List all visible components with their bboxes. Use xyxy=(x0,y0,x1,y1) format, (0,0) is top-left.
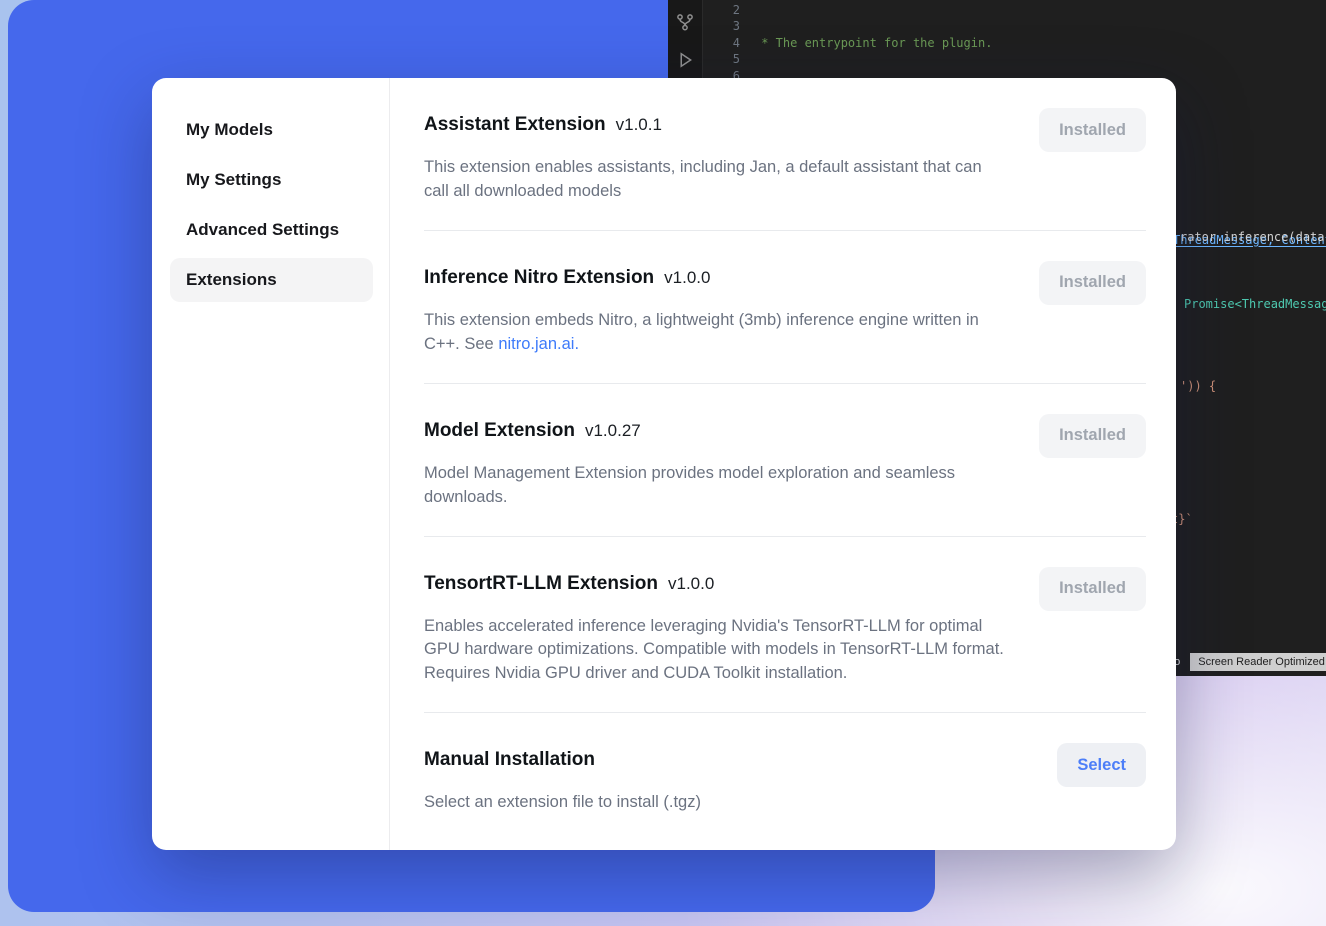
section-divider xyxy=(424,383,1146,384)
code-fragment: rator.inference(data)); xyxy=(1180,229,1326,245)
extension-row-model: Model Extension v1.0.27 Installed Model … xyxy=(424,414,1146,510)
extension-row-assistant: Assistant Extension v1.0.1 Installed Thi… xyxy=(424,108,1146,204)
installed-button[interactable]: Installed xyxy=(1039,261,1146,305)
extension-description: This extension enables assistants, inclu… xyxy=(424,156,1009,204)
extension-version: v1.0.0 xyxy=(668,574,714,594)
section-divider xyxy=(424,536,1146,537)
extension-description: Model Management Extension provides mode… xyxy=(424,462,1009,510)
manual-installation-description: Select an extension file to install (.tg… xyxy=(424,791,1009,815)
settings-sidebar: My Models My Settings Advanced Settings … xyxy=(152,78,390,850)
code-fragment: ')) { xyxy=(1180,378,1216,394)
installed-button[interactable]: Installed xyxy=(1039,108,1146,152)
manual-installation-title: Manual Installation xyxy=(424,749,595,771)
run-debug-icon[interactable] xyxy=(668,50,702,70)
sidebar-item-my-settings[interactable]: My Settings xyxy=(170,158,373,202)
source-control-icon[interactable] xyxy=(668,12,702,32)
line-number: 3 xyxy=(704,18,740,34)
line-numbers: 2 3 4 5 6 xyxy=(704,2,740,84)
settings-modal: My Models My Settings Advanced Settings … xyxy=(152,78,1176,850)
extension-version: v1.0.1 xyxy=(616,115,662,135)
extensions-panel: Assistant Extension v1.0.1 Installed Thi… xyxy=(390,78,1176,850)
manual-installation-row: Manual Installation Select Select an ext… xyxy=(424,743,1146,815)
extension-row-tensorrt: TensortRT-LLM Extension v1.0.0 Installed… xyxy=(424,567,1146,687)
installed-button[interactable]: Installed xyxy=(1039,414,1146,458)
sidebar-item-advanced-settings[interactable]: Advanced Settings xyxy=(170,208,373,252)
line-number: 4 xyxy=(704,35,740,51)
line-number: 5 xyxy=(704,51,740,67)
screen-reader-chip: Screen Reader Optimized xyxy=(1190,653,1326,671)
extension-title: TensortRT-LLM Extension xyxy=(424,573,658,595)
line-number: 2 xyxy=(704,2,740,18)
extension-title: Inference Nitro Extension xyxy=(424,267,654,289)
editor-status-bar: go Screen Reader Optimized xyxy=(1168,650,1326,674)
extension-title: Model Extension xyxy=(424,420,575,442)
nitro-link[interactable]: nitro.jan.ai. xyxy=(498,335,579,353)
extension-row-nitro: Inference Nitro Extension v1.0.0 Install… xyxy=(424,261,1146,357)
desktop: 2 3 4 5 6 * The entrypoint for the plugi… xyxy=(0,0,1326,926)
extension-description: This extension embeds Nitro, a lightweig… xyxy=(424,309,1009,357)
sidebar-item-extensions[interactable]: Extensions xyxy=(170,258,373,302)
code-fragment: Promise<ThreadMessage> xyxy=(1184,296,1326,312)
select-file-button[interactable]: Select xyxy=(1057,743,1146,787)
section-divider xyxy=(424,230,1146,231)
section-divider xyxy=(424,712,1146,713)
extension-version: v1.0.27 xyxy=(585,421,641,441)
code-line: * The entrypoint for the plugin. xyxy=(754,35,1326,51)
extension-title: Assistant Extension xyxy=(424,114,606,136)
extension-version: v1.0.0 xyxy=(664,268,710,288)
sidebar-item-my-models[interactable]: My Models xyxy=(170,108,373,152)
installed-button[interactable]: Installed xyxy=(1039,567,1146,611)
extension-description: Enables accelerated inference leveraging… xyxy=(424,615,1009,687)
